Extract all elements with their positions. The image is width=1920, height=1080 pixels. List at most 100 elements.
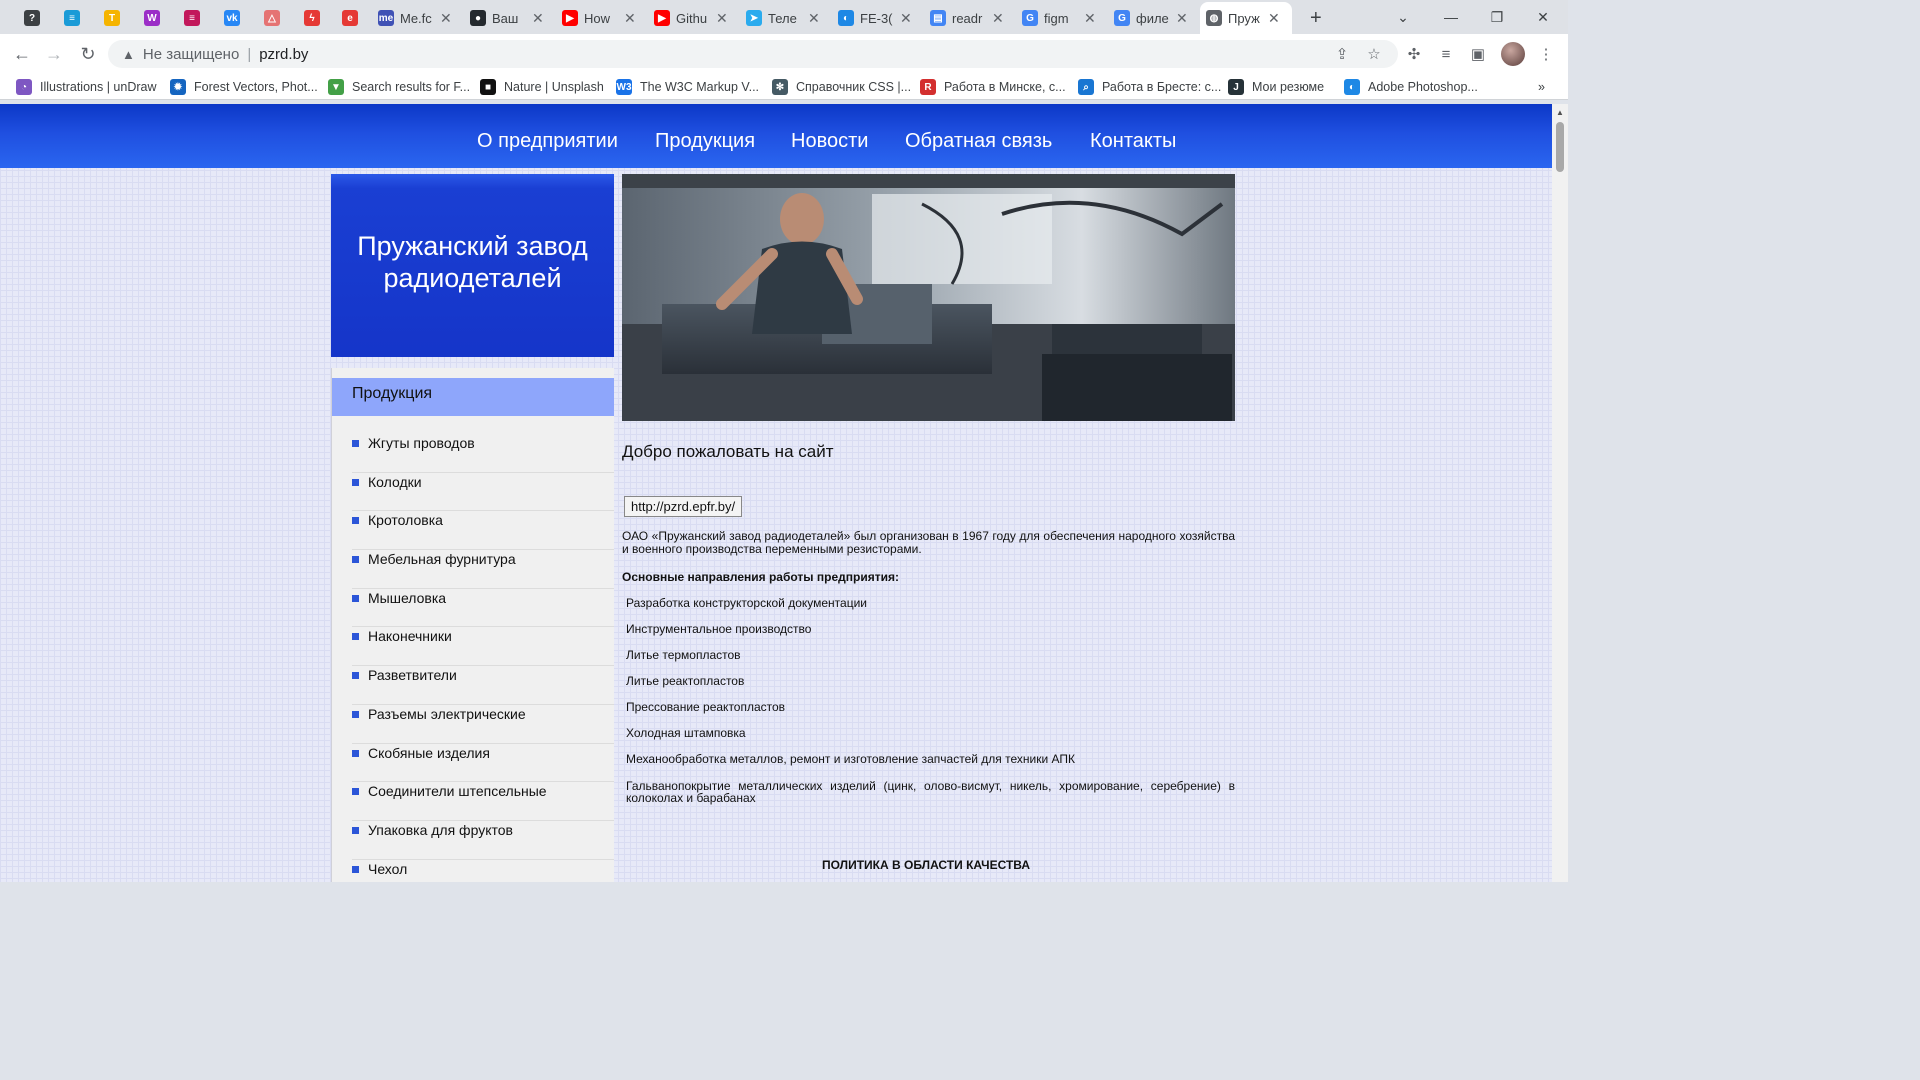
tab-close-icon[interactable]: ✕ xyxy=(624,10,636,27)
browser-tab[interactable]: W xyxy=(138,4,174,32)
browser-tab[interactable]: ϟ xyxy=(298,4,334,32)
browser-tab[interactable]: Gfigm ✕ xyxy=(1016,4,1104,32)
tab-title: readr xyxy=(952,10,983,26)
bookmark-item[interactable]: ◐ Adobe Photoshop... xyxy=(1344,78,1478,96)
e-logo-icon: e xyxy=(342,10,358,26)
tab-close-icon[interactable]: ✕ xyxy=(992,10,1004,27)
bullet-square-icon xyxy=(352,478,359,486)
search-icon: ⌕ xyxy=(1078,79,1094,95)
product-link[interactable]: Жгуты проводов xyxy=(352,434,614,473)
bookmark-item[interactable]: ⌕ Работа в Бресте: с... xyxy=(1078,78,1221,96)
tab-close-icon[interactable]: ✕ xyxy=(900,10,912,27)
bookmark-item[interactable]: R Работа в Минске, с... xyxy=(920,78,1066,96)
product-link[interactable]: Скобяные изделия xyxy=(352,744,614,783)
product-link[interactable]: Мебельная фурнитура xyxy=(352,550,614,589)
nav-about[interactable]: О предприятии xyxy=(477,130,618,153)
old-site-link[interactable]: http://pzrd.epfr.by/ xyxy=(624,496,743,517)
reading-list-icon[interactable]: ≡ xyxy=(1434,42,1458,66)
reload-icon[interactable]: ↻ xyxy=(76,42,100,66)
site-title-line2: радиодеталей xyxy=(383,263,562,293)
pdf-icon: △ xyxy=(264,10,280,26)
back-arrow-icon[interactable]: ← xyxy=(10,42,34,66)
nav-news[interactable]: Новости xyxy=(791,130,868,153)
side-panel-icon[interactable]: ▣ xyxy=(1466,42,1490,66)
profile-avatar[interactable] xyxy=(1501,42,1525,66)
browser-tab[interactable]: ● Ваш ✕ xyxy=(464,4,552,32)
bookmark-item[interactable]: ✹ Forest Vectors, Phot... xyxy=(170,78,318,96)
youtube-icon: ▶ xyxy=(562,10,578,26)
bookmark-item[interactable]: J Мои резюме xyxy=(1228,78,1324,96)
product-link[interactable]: Наконечники xyxy=(352,627,614,667)
product-link[interactable]: Разъемы электрические xyxy=(352,705,614,744)
browser-tab[interactable]: ▶ How ✕ xyxy=(556,4,644,32)
tab-close-icon[interactable]: ✕ xyxy=(716,10,728,27)
browser-tab[interactable]: T xyxy=(98,4,134,32)
minimize-icon[interactable]: — xyxy=(1428,0,1474,34)
browser-tab[interactable]: ➤ Теле ✕ xyxy=(740,4,828,32)
nav-contacts[interactable]: Контакты xyxy=(1090,130,1176,153)
product-link[interactable]: Разветвители xyxy=(352,666,614,705)
share-icon[interactable]: ⇪ xyxy=(1330,42,1354,66)
bookmark-item[interactable]: ■ Nature | Unsplash xyxy=(480,78,604,96)
product-link[interactable]: Колодки xyxy=(352,473,614,512)
product-label: Жгуты проводов xyxy=(368,435,475,451)
close-window-icon[interactable]: ✕ xyxy=(1520,0,1566,34)
nav-products[interactable]: Продукция xyxy=(655,130,755,153)
page-scrollbar[interactable]: ▲ xyxy=(1552,104,1568,882)
browser-tab[interactable]: ◐ FE-3(✕ xyxy=(832,4,920,32)
extensions-puzzle-icon[interactable]: ✣ xyxy=(1402,42,1426,66)
tab-title: How xyxy=(584,10,611,26)
bookmark-item[interactable]: ▼ Search results for F... xyxy=(328,78,470,96)
google-icon: G xyxy=(1114,10,1130,26)
product-label: Чехол xyxy=(368,860,408,877)
bookmark-item[interactable]: W3 The W3C Markup V... xyxy=(616,78,759,96)
tab-close-icon[interactable]: ✕ xyxy=(440,10,452,27)
tab-close-icon[interactable]: ✕ xyxy=(532,10,544,27)
bookmarks-overflow-chevron-icon[interactable]: » xyxy=(1538,78,1545,96)
new-tab-plus-icon[interactable]: + xyxy=(1304,4,1328,32)
bookmark-label: Мои резюме xyxy=(1252,80,1325,94)
product-link[interactable]: Кротоловка xyxy=(352,511,614,551)
telegram-icon: ➤ xyxy=(746,10,762,26)
product-link[interactable]: Мышеловка xyxy=(352,589,614,628)
tab-search-icon[interactable]: ⌄ xyxy=(1380,0,1426,34)
browser-tab[interactable]: ? xyxy=(18,4,54,32)
browser-tab[interactable]: e xyxy=(336,4,372,32)
browser-tab[interactable]: Gфиле ✕ xyxy=(1108,4,1196,32)
site-title[interactable]: Пружанский завод радиодеталей xyxy=(331,230,614,294)
browser-tab[interactable]: ◍ Пруж ✕ xyxy=(1200,2,1292,34)
tab-close-icon[interactable]: ✕ xyxy=(1084,10,1096,27)
browser-tab[interactable]: ▤ readr ✕ xyxy=(924,4,1012,32)
browser-tab[interactable]: me Me.fc ✕ xyxy=(372,4,460,32)
browser-tab[interactable]: vk xyxy=(218,4,254,32)
product-link[interactable]: Чехол xyxy=(352,860,614,882)
address-url: pzrd.by xyxy=(259,45,309,63)
address-bar[interactable]: ▲ Не защищено | pzrd.by xyxy=(108,40,1398,68)
menu-kebab-icon[interactable]: ⋮ xyxy=(1534,42,1558,66)
product-link[interactable]: Упаковка для фруктов xyxy=(352,821,614,860)
browser-tab[interactable]: ≡ xyxy=(178,4,214,32)
browser-tab[interactable]: ≡ xyxy=(58,4,94,32)
product-link[interactable]: Соединители штепсельные xyxy=(352,782,614,821)
nav-feedback[interactable]: Обратная связь xyxy=(905,130,1052,153)
vk-logo-icon: vk xyxy=(224,10,240,26)
browser-tab-strip: ? ≡ T W ≡ vk △ ϟ e me Me.fc ✕ ● Ваш ✕ ▶ How ✕ ▶ Githu ✕ ➤ Теле… xyxy=(0,0,1568,34)
tab-title: Теле xyxy=(768,10,797,26)
tab-title: figm xyxy=(1044,10,1069,26)
bookmark-item[interactable]: ◔ Illustrations | unDraw xyxy=(16,78,157,96)
bookmark-star-icon[interactable]: ☆ xyxy=(1362,42,1386,66)
tab-close-icon[interactable]: ✕ xyxy=(1176,10,1188,27)
scroll-up-arrow-icon[interactable]: ▲ xyxy=(1556,108,1564,117)
browser-tab[interactable]: ▶ Githu ✕ xyxy=(648,4,736,32)
product-label: Мышеловка xyxy=(368,589,447,606)
bullet-square-icon xyxy=(352,633,359,641)
bookmark-item[interactable]: ✻ Справочник CSS |... xyxy=(772,78,911,96)
browser-tab[interactable]: △ xyxy=(258,4,294,32)
forward-arrow-icon[interactable]: → xyxy=(42,42,66,66)
product-label: Разветвители xyxy=(368,667,457,684)
scrollbar-thumb[interactable] xyxy=(1556,122,1564,172)
maximize-icon[interactable]: ❐ xyxy=(1474,0,1520,34)
tab-close-icon[interactable]: ✕ xyxy=(1268,10,1280,27)
tab-close-icon[interactable]: ✕ xyxy=(808,10,820,27)
freepik-icon: ▼ xyxy=(328,79,344,95)
